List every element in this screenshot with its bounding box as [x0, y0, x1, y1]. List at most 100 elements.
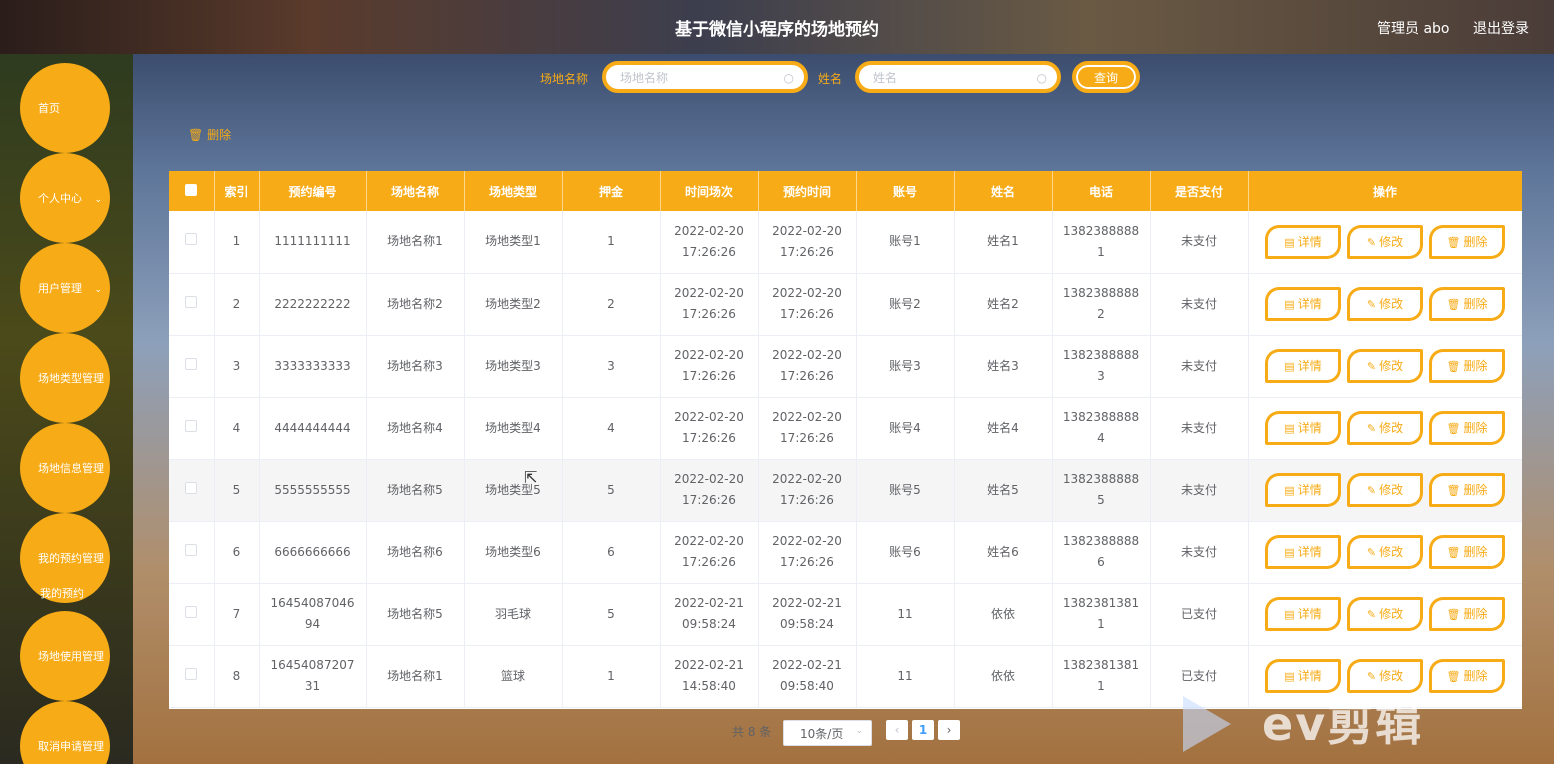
table-cell: 2022-02-20 17:26:26 [660, 273, 759, 336]
row-select-cell[interactable] [169, 459, 215, 522]
table-cell: 账号5 [856, 459, 955, 522]
column-header: 预约时间 [758, 171, 857, 211]
watermark-play-icon [1183, 696, 1231, 752]
batch-delete-button[interactable]: 🗑 删除 [188, 126, 231, 143]
edit-button[interactable]: ✎ 修改 [1347, 535, 1423, 569]
sidebar-item-venue-types[interactable]: 场地类型管理 [20, 333, 110, 423]
sidebar: 首页 个人中心 ⌄ 用户管理 ⌄ 场地类型管理 场地信息管理 我的预约管理 我的… [0, 54, 133, 764]
pencil-icon: ✎ [1366, 298, 1377, 311]
row-select-cell[interactable] [169, 645, 215, 708]
detail-button[interactable]: ▤ 详情 [1265, 597, 1341, 631]
table-cell: 2022-02-20 17:26:26 [758, 521, 857, 584]
detail-button[interactable]: ▤ 详情 [1265, 535, 1341, 569]
row-checkbox[interactable] [185, 667, 198, 680]
column-header: 场地类型 [464, 171, 563, 211]
select-all-cell[interactable] [169, 171, 215, 211]
action-label: 删除 [1463, 607, 1488, 621]
table-cell: 羽毛球 [464, 583, 563, 646]
row-checkbox[interactable] [185, 605, 198, 618]
row-select-cell[interactable] [169, 397, 215, 460]
delete-button[interactable]: 🗑 删除 [1429, 411, 1505, 445]
row-select-cell[interactable] [169, 211, 215, 274]
sidebar-item-users[interactable]: 用户管理 ⌄ [20, 243, 110, 333]
pencil-icon: ✎ [1366, 670, 1377, 683]
detail-button[interactable]: ▤ 详情 [1265, 349, 1341, 383]
app-title: 基于微信小程序的场地预约 [675, 20, 879, 40]
table-cell: 未支付 [1150, 459, 1249, 522]
delete-button[interactable]: 🗑 删除 [1429, 224, 1505, 259]
edit-button[interactable]: ✎ 修改 [1347, 349, 1423, 383]
actions-cell: ▤ 详情 ✎ 修改 🗑 删除 [1248, 397, 1522, 460]
sidebar-item-venue-usage[interactable]: 场地使用管理 [20, 611, 110, 701]
table-cell: 1382388888 6 [1052, 521, 1151, 584]
delete-button[interactable]: 🗑 删除 [1429, 473, 1505, 507]
sidebar-item-label: 场地信息管理 [38, 462, 104, 475]
table-cell: 账号2 [856, 273, 955, 336]
table-cell: 2022-02-20 17:26:26 [758, 397, 857, 460]
submenu-item-my-bookings[interactable]: 我的预约 [40, 585, 84, 601]
next-page-button[interactable]: › [938, 720, 960, 740]
edit-button[interactable]: ✎ 修改 [1347, 224, 1423, 259]
table-cell: 2022-02-20 17:26:26 [660, 211, 759, 274]
table-cell: 姓名4 [954, 397, 1053, 460]
detail-button[interactable]: ▤ 详情 [1265, 411, 1341, 445]
delete-button[interactable]: 🗑 删除 [1429, 349, 1505, 383]
edit-button[interactable]: ✎ 修改 [1347, 597, 1423, 631]
row-checkbox[interactable] [185, 543, 198, 556]
row-select-cell[interactable] [169, 521, 215, 584]
name-input[interactable]: 姓名 ○ [855, 61, 1061, 93]
sidebar-item-home[interactable]: 首页 [20, 63, 110, 153]
table-cell: 姓名1 [954, 211, 1053, 274]
delete-button[interactable]: 🗑 删除 [1429, 287, 1505, 321]
logout-link[interactable]: 退出登录 [1473, 18, 1529, 38]
sidebar-item-label: 首页 [38, 102, 60, 115]
top-bar: 基于微信小程序的场地预约 管理员 abo 退出登录 [0, 0, 1554, 54]
table-cell: 2022-02-21 14:58:40 [660, 645, 759, 708]
column-header: 姓名 [954, 171, 1053, 211]
row-checkbox[interactable] [185, 295, 198, 308]
prev-page-button[interactable]: ‹ [886, 720, 908, 740]
table-cell: 场地名称1 [366, 211, 465, 274]
table-cell: 场地名称3 [366, 335, 465, 398]
row-checkbox[interactable] [185, 419, 198, 432]
row-select-cell[interactable] [169, 583, 215, 646]
venue-name-placeholder: 场地名称 [620, 70, 669, 85]
table-cell: 未支付 [1150, 273, 1249, 336]
batch-delete-label: 删除 [207, 128, 232, 142]
page-number-current[interactable]: 1 [912, 720, 934, 740]
document-icon: ▤ [1284, 235, 1295, 249]
sidebar-item-label: 场地类型管理 [38, 372, 104, 385]
table-cell: 2222222222 [259, 273, 367, 336]
row-checkbox[interactable] [185, 233, 198, 246]
table-header: 索引 预约编号 场地名称 场地类型 押金 时间场次 预约时间 账号 姓名 电话 是否支付 操作 [169, 171, 1522, 211]
action-label: 详情 [1297, 669, 1322, 683]
delete-button[interactable]: 🗑 删除 [1429, 535, 1505, 569]
edit-button[interactable]: ✎ 修改 [1347, 411, 1423, 445]
edit-button[interactable]: ✎ 修改 [1347, 287, 1423, 321]
detail-button[interactable]: ▤ 详情 [1265, 287, 1341, 321]
search-icon: ○ [1036, 71, 1047, 85]
table-cell: 2022-02-20 17:26:26 [758, 335, 857, 398]
sidebar-item-profile[interactable]: 个人中心 ⌄ [20, 153, 110, 243]
row-checkbox[interactable] [185, 357, 198, 370]
table-cell: 3 [214, 335, 260, 398]
action-label: 详情 [1297, 483, 1322, 497]
row-select-cell[interactable] [169, 273, 215, 336]
sidebar-item-label: 取消申请管理 [38, 740, 104, 753]
trash-icon: 🗑 [1446, 608, 1461, 621]
select-all-checkbox[interactable] [185, 183, 198, 196]
sidebar-item-cancel-requests[interactable]: 取消申请管理 [20, 701, 110, 764]
edit-button[interactable]: ✎ 修改 [1347, 473, 1423, 507]
detail-button[interactable]: ▤ 详情 [1265, 473, 1341, 507]
page-size-select[interactable]: 10条/页 ⌄ [783, 720, 872, 746]
column-header: 押金 [562, 171, 661, 211]
delete-button[interactable]: 🗑 删除 [1429, 597, 1505, 631]
delete-button[interactable]: 🗑 删除 [1429, 659, 1505, 693]
detail-button[interactable]: ▤ 详情 [1265, 224, 1341, 259]
query-button[interactable]: 查询 [1072, 61, 1140, 93]
row-checkbox[interactable] [185, 481, 198, 494]
sidebar-item-venue-info[interactable]: 场地信息管理 [20, 423, 110, 513]
table-cell: 2022-02-20 17:26:26 [660, 335, 759, 398]
venue-name-input[interactable]: 场地名称 ○ [602, 61, 808, 93]
row-select-cell[interactable] [169, 335, 215, 398]
